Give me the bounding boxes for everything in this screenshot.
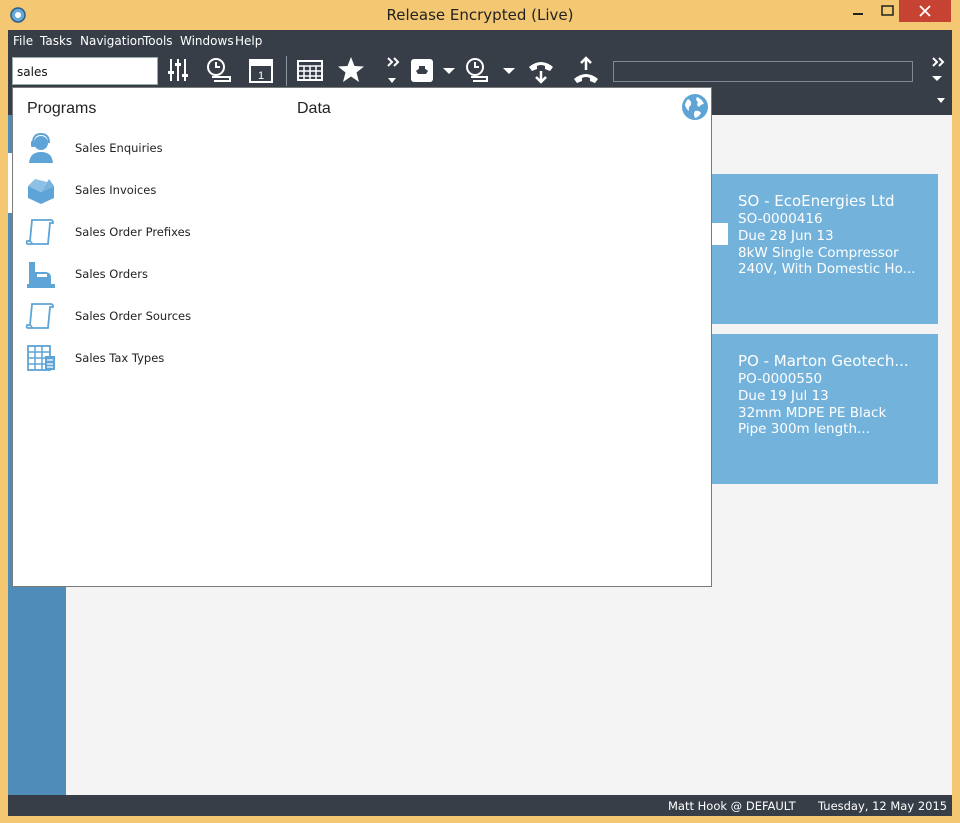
tile-line: Pipe 300m length... xyxy=(738,421,870,438)
incoming-call-icon[interactable] xyxy=(526,55,556,85)
program-item-sales-enquiries[interactable]: Sales Enquiries xyxy=(25,132,285,164)
program-item-sales-orders[interactable]: Sales Orders xyxy=(25,258,285,290)
program-label: Sales Order Prefixes xyxy=(75,225,191,239)
tile-line: 240V, With Domestic Ho... xyxy=(738,261,916,278)
command-input[interactable] xyxy=(613,61,913,82)
chevrons-more-icon[interactable] xyxy=(380,55,410,85)
sales-order-tile[interactable]: SO - EcoEnergies Ltd SO-0000416 Due 28 J… xyxy=(712,174,938,324)
program-item-sales-order-prefixes[interactable]: Sales Order Prefixes xyxy=(25,216,285,248)
program-label: Sales Invoices xyxy=(75,183,157,197)
tile-line: SO-0000416 xyxy=(738,211,823,227)
tile-title: SO - EcoEnergies Ltd xyxy=(738,192,895,210)
program-item-sales-order-sources[interactable]: Sales Order Sources xyxy=(25,300,285,332)
data-header: Data xyxy=(297,100,331,117)
minimize-icon xyxy=(853,13,863,15)
grid-calculator-icon xyxy=(27,345,55,371)
sliders-icon[interactable] xyxy=(163,55,193,85)
calendar-icon[interactable]: 1 xyxy=(246,55,276,85)
menu-bar: File Tasks Navigation Tools Windows Help xyxy=(8,30,952,52)
menu-tools[interactable]: Tools xyxy=(143,34,173,48)
search-results-dropdown: Programs Data Sales Enquiries Sales Invo… xyxy=(12,87,712,587)
close-button[interactable] xyxy=(899,0,951,22)
status-bar: Matt Hook @ DEFAULT Tuesday, 12 May 2015 xyxy=(8,795,952,816)
star-icon[interactable] xyxy=(336,55,366,85)
menu-windows[interactable]: Windows xyxy=(180,34,234,48)
program-item-sales-tax-types[interactable]: Sales Tax Types xyxy=(25,342,285,374)
spreadsheet-icon[interactable] xyxy=(295,55,325,85)
status-user: Matt Hook @ DEFAULT xyxy=(668,799,796,813)
tile-line: 32mm MDPE PE Black xyxy=(738,404,887,421)
program-item-sales-invoices[interactable]: Sales Invoices xyxy=(25,174,285,206)
menu-file[interactable]: File xyxy=(13,34,33,48)
svg-text:1: 1 xyxy=(258,70,264,82)
close-icon xyxy=(919,5,931,17)
clock-scroll-icon[interactable] xyxy=(204,55,234,85)
program-label: Sales Orders xyxy=(75,267,148,281)
program-label: Sales Enquiries xyxy=(75,141,163,155)
menu-tasks[interactable]: Tasks xyxy=(40,34,72,48)
menu-help[interactable]: Help xyxy=(235,34,262,48)
purchase-order-tile[interactable]: PO - Marton Geotech... PO-0000550 Due 19… xyxy=(712,334,938,484)
dropdown-arrow-icon[interactable] xyxy=(436,55,466,85)
window-title: Release Encrypted (Live) xyxy=(386,6,574,24)
search-input[interactable]: sales xyxy=(12,57,158,85)
dropdown-arrow-icon[interactable] xyxy=(496,55,526,85)
application-window: Release Encrypted (Live) File Tasks Navi… xyxy=(0,0,960,823)
chevron-down-icon[interactable] xyxy=(936,96,948,106)
scroll-icon xyxy=(25,219,54,245)
tile-line: Due 28 Jun 13 xyxy=(738,227,834,244)
status-date: Tuesday, 12 May 2015 xyxy=(818,799,948,813)
menu-navigation[interactable]: Navigation xyxy=(80,34,145,48)
toolbar-divider xyxy=(286,56,287,86)
programs-header: Programs xyxy=(27,100,97,117)
toolbar: sales 1 xyxy=(8,52,952,88)
outgoing-call-icon[interactable] xyxy=(571,55,601,85)
chevrons-more-icon[interactable] xyxy=(926,55,952,85)
minimize-button[interactable] xyxy=(843,0,873,22)
tile-line: Due 19 Jul 13 xyxy=(738,387,829,404)
timer-scroll-icon[interactable] xyxy=(463,55,493,85)
cash-register-icon xyxy=(27,262,55,288)
program-label: Sales Tax Types xyxy=(75,351,165,365)
tile-line: PO-0000550 xyxy=(738,371,823,387)
tile-line: 8kW Single Compressor xyxy=(738,244,899,261)
program-label: Sales Order Sources xyxy=(75,309,192,323)
title-bar[interactable]: Release Encrypted (Live) xyxy=(0,0,960,30)
globe-icon[interactable] xyxy=(680,92,710,122)
phone-book-icon[interactable] xyxy=(408,55,438,85)
scroll-icon xyxy=(25,303,54,329)
open-box-icon xyxy=(28,179,54,204)
headset-person-icon xyxy=(29,132,53,163)
tile-title: PO - Marton Geotech... xyxy=(738,352,909,370)
